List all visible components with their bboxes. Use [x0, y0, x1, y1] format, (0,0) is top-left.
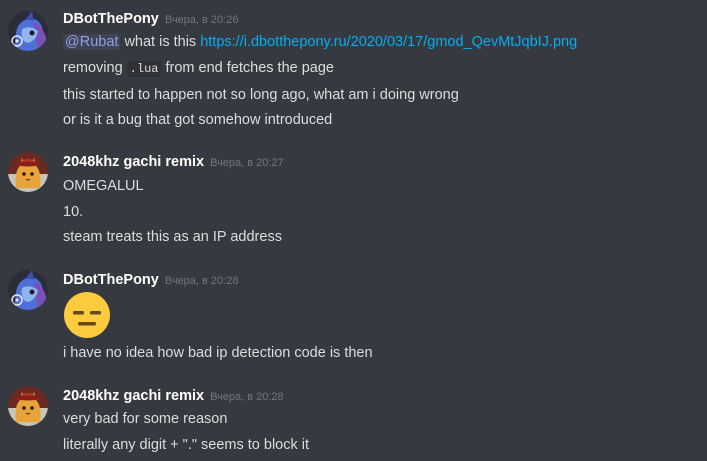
message-line: @Rubat what is this https://i.dbotthepon…: [63, 32, 577, 52]
timestamp: Вчера, в 20:27: [210, 157, 284, 169]
message-header: 2048khz gachi remix Вчера, в 20:28: [63, 387, 284, 407]
avatar-2048khz[interactable]: [8, 152, 48, 192]
cat-avatar-icon: [8, 152, 48, 192]
pony-avatar-icon: [8, 270, 48, 310]
chat-messages: DBotThePony Вчера, в 20:26 @Rubat what is…: [0, 0, 707, 461]
timestamp: Вчера, в 20:28: [210, 391, 284, 403]
message-text: removing: [63, 60, 127, 76]
message-line: 10.: [63, 204, 84, 220]
inline-code: .lua: [126, 61, 162, 77]
user-mention[interactable]: @Rubat: [63, 34, 121, 50]
message-line: literally any digit + "." seems to block…: [63, 437, 310, 453]
message-text: what is this: [120, 34, 201, 50]
message-text: from end fetches the page: [161, 60, 334, 76]
avatar-2048khz[interactable]: [8, 386, 48, 426]
username[interactable]: DBotThePony: [63, 11, 159, 27]
message-line: removing .lua from end fetches the page: [63, 58, 334, 79]
username[interactable]: 2048khz gachi remix: [63, 154, 204, 170]
username[interactable]: DBotThePony: [63, 272, 159, 288]
message-line: OMEGALUL: [63, 178, 144, 194]
message-header: DBotThePony Вчера, в 20:28: [63, 271, 238, 291]
message-line: very bad for some reason: [63, 411, 228, 427]
avatar-dbotthepony[interactable]: [8, 270, 48, 310]
cat-avatar-icon: [8, 386, 48, 426]
avatar-dbotthepony[interactable]: [8, 11, 48, 51]
message-line: this started to happen not so long ago, …: [63, 87, 459, 103]
pony-avatar-icon: [8, 11, 48, 51]
message-line: or is it a bug that got somehow introduc…: [63, 112, 333, 128]
timestamp: Вчера, в 20:26: [164, 14, 239, 26]
username[interactable]: 2048khz gachi remix: [63, 388, 204, 404]
message-line: i have no idea how bad ip detection code…: [63, 345, 373, 361]
message-link[interactable]: https://i.dbotthepony.ru/2020/03/17/gmod…: [200, 34, 577, 50]
timestamp: Вчера, в 20:28: [164, 275, 239, 287]
message-header: DBotThePony Вчера, в 20:26: [63, 10, 238, 30]
message-line: steam treats this as an IP address: [63, 229, 282, 245]
expressionless-face-emoji-icon: [63, 291, 111, 339]
message-header: 2048khz gachi remix Вчера, в 20:27: [63, 153, 284, 173]
